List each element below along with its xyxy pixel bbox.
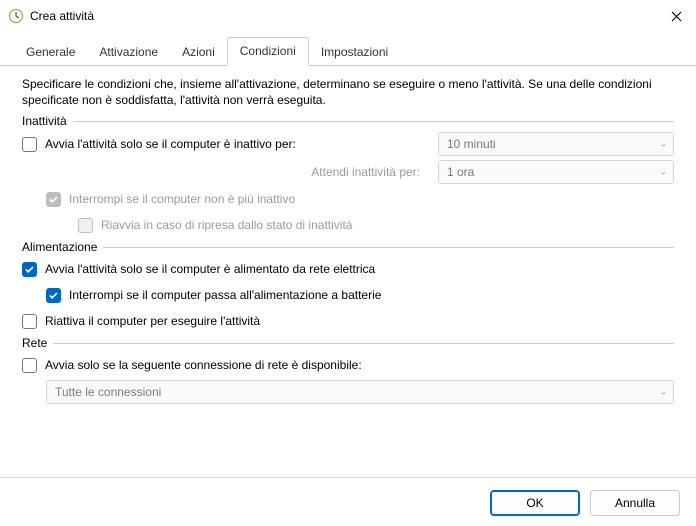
checkbox-start-if-network[interactable] bbox=[22, 358, 37, 373]
chevron-down-icon: ⌄ bbox=[659, 139, 667, 150]
checkbox-start-on-ac[interactable] bbox=[22, 262, 37, 277]
select-wait-duration[interactable]: 1 ora ⌄ bbox=[438, 160, 674, 184]
tab-settings[interactable]: Impostazioni bbox=[309, 39, 400, 66]
checkbox-restart-if-idle bbox=[78, 218, 93, 233]
label-start-if-idle: Avvia l'attività solo se il computer è i… bbox=[45, 137, 296, 151]
close-button[interactable] bbox=[656, 0, 696, 32]
label-wake: Riattiva il computer per eseguire l'atti… bbox=[45, 314, 260, 328]
chevron-down-icon: ⌄ bbox=[659, 387, 667, 398]
chevron-down-icon: ⌄ bbox=[659, 167, 667, 178]
window-title: Crea attività bbox=[30, 9, 688, 23]
tab-general[interactable]: Generale bbox=[14, 39, 87, 66]
tab-conditions[interactable]: Condizioni bbox=[227, 37, 309, 66]
label-stop-on-battery: Interrompi se il computer passa all'alim… bbox=[69, 288, 381, 302]
tab-triggers[interactable]: Attivazione bbox=[87, 39, 170, 66]
ok-button[interactable]: OK bbox=[490, 490, 580, 516]
tab-bar: Generale Attivazione Azioni Condizioni I… bbox=[0, 32, 696, 66]
group-idle: Inattività bbox=[22, 114, 674, 128]
footer-separator bbox=[0, 477, 696, 478]
checkbox-wake[interactable] bbox=[22, 314, 37, 329]
label-start-on-ac: Avvia l'attività solo se il computer è a… bbox=[45, 262, 375, 276]
checkbox-start-if-idle[interactable] bbox=[22, 137, 37, 152]
cancel-button[interactable]: Annulla bbox=[590, 490, 680, 516]
label-restart-if-idle: Riavvia in caso di ripresa dallo stato d… bbox=[101, 218, 352, 232]
label-stop-if-not-idle: Interrompi se il computer non è più inat… bbox=[69, 192, 295, 206]
group-network: Rete bbox=[22, 336, 674, 350]
label-start-if-network: Avvia solo se la seguente connessione di… bbox=[45, 358, 362, 372]
checkbox-stop-if-not-idle bbox=[46, 192, 61, 207]
label-wait-idle: Attendi inattività per: bbox=[22, 165, 438, 179]
tab-actions[interactable]: Azioni bbox=[170, 39, 227, 66]
select-idle-duration[interactable]: 10 minuti ⌄ bbox=[438, 132, 674, 156]
clock-icon bbox=[8, 8, 24, 24]
group-power: Alimentazione bbox=[22, 240, 674, 254]
checkbox-stop-on-battery[interactable] bbox=[46, 288, 61, 303]
conditions-description: Specificare le condizioni che, insieme a… bbox=[22, 76, 674, 108]
select-network-connection[interactable]: Tutte le connessioni ⌄ bbox=[46, 380, 674, 404]
